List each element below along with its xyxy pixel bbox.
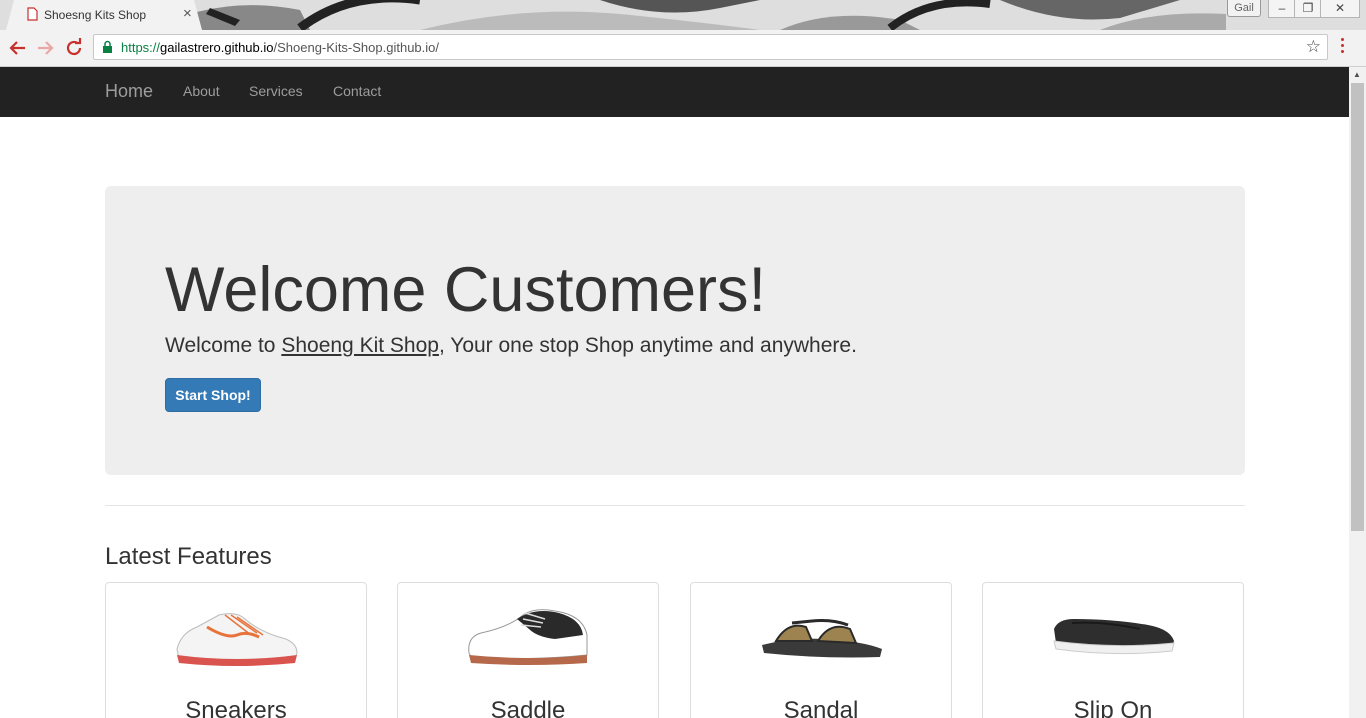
- welcome-jumbotron: Welcome Customers! Welcome to Shoeng Kit…: [105, 186, 1245, 475]
- browser-menu-icon[interactable]: [1338, 38, 1346, 58]
- shop-link[interactable]: Shoeng Kit Shop: [281, 334, 439, 357]
- welcome-text: Welcome to Shoeng Kit Shop, Your one sto…: [165, 334, 857, 358]
- feature-name: Sneakers: [185, 697, 287, 718]
- welcome-text-after: , Your one stop Shop anytime and anywher…: [438, 334, 857, 357]
- url-host: gailastrero.github.io: [160, 40, 274, 55]
- browser-tab-strip: Shoesng Kits Shop × Gail – ❐ ✕: [0, 0, 1366, 30]
- welcome-text-before: Welcome to: [165, 334, 282, 357]
- minimize-icon[interactable]: –: [1268, 0, 1296, 18]
- lock-icon: [103, 40, 112, 53]
- sneaker-icon: [176, 613, 298, 666]
- back-arrow-icon[interactable]: [6, 36, 30, 60]
- url-path: /Shoeng-Kits-Shop.github.io/: [273, 40, 440, 55]
- address-bar[interactable]: https://gailastrero.github.io/Shoeng-Kit…: [93, 34, 1328, 60]
- scroll-thumb[interactable]: [1351, 83, 1364, 531]
- feature-card-sandal[interactable]: Sandal: [690, 582, 952, 718]
- nav-home-link[interactable]: Home: [105, 81, 153, 102]
- slip-on-icon: [1053, 619, 1175, 655]
- latest-features-heading: Latest Features: [105, 543, 272, 570]
- browser-tab[interactable]: Shoesng Kits Shop ×: [6, 0, 202, 30]
- feature-card-saddle[interactable]: Saddle: [397, 582, 659, 718]
- divider: [105, 505, 1245, 506]
- url-scheme: https://: [121, 40, 161, 55]
- bookmark-star-icon[interactable]: ☆: [1306, 38, 1321, 56]
- profile-badge[interactable]: Gail: [1227, 0, 1261, 17]
- tab-close-icon[interactable]: ×: [183, 5, 192, 23]
- browser-toolbar: https://gailastrero.github.io/Shoeng-Kit…: [0, 30, 1366, 67]
- reload-icon[interactable]: [62, 36, 86, 60]
- start-shop-button[interactable]: Start Shop!: [165, 378, 261, 412]
- saddle-shoe-icon: [468, 609, 588, 665]
- nav-contact-link[interactable]: Contact: [333, 83, 381, 99]
- page-scrollbar[interactable]: ▲: [1349, 67, 1366, 718]
- feature-name: Saddle: [490, 697, 566, 718]
- feature-card-slip-on[interactable]: Slip On: [982, 582, 1244, 718]
- nav-about-link[interactable]: About: [183, 83, 220, 99]
- sandal-icon: [762, 619, 882, 658]
- feature-name: Slip On: [1073, 697, 1153, 718]
- page-icon: [27, 7, 38, 21]
- forward-arrow-icon[interactable]: [33, 36, 57, 60]
- tab-strip-theme-art: [0, 0, 1366, 30]
- feature-name: Sandal: [783, 697, 859, 718]
- nav-services-link[interactable]: Services: [249, 83, 303, 99]
- site-navbar: Home About Services Contact: [0, 67, 1349, 117]
- page-viewport: Home About Services Contact Welcome Cust…: [0, 67, 1349, 718]
- feature-card-sneakers[interactable]: Sneakers: [105, 582, 367, 718]
- url-text[interactable]: https://gailastrero.github.io/Shoeng-Kit…: [121, 40, 439, 55]
- window-close-icon[interactable]: ✕: [1320, 0, 1360, 18]
- tab-title: Shoesng Kits Shop: [44, 8, 147, 22]
- scroll-up-arrow-icon[interactable]: ▲: [1353, 70, 1361, 79]
- restore-icon[interactable]: ❐: [1294, 0, 1322, 18]
- welcome-heading: Welcome Customers!: [165, 255, 766, 325]
